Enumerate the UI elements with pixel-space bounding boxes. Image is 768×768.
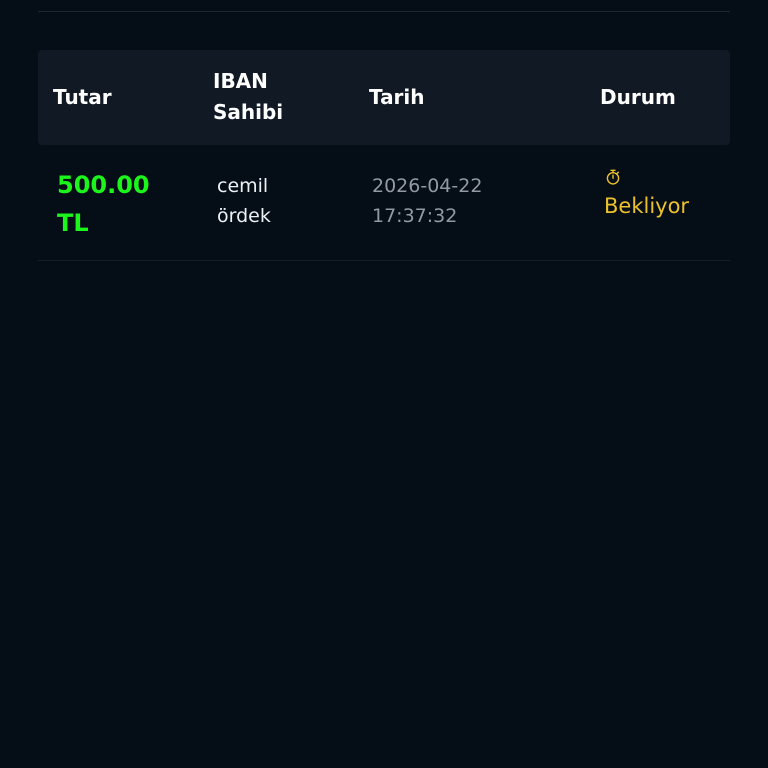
row-amount: 500.00 TL: [57, 171, 150, 237]
header-amount: Tutar: [53, 85, 112, 109]
row-date: 2026-04-22 17:37:32: [372, 175, 483, 227]
top-divider: [38, 11, 730, 12]
row-iban-owner: cemil ördek: [217, 175, 271, 227]
header-date: Tarih: [369, 85, 425, 109]
header-iban-owner: IBAN Sahibi: [213, 69, 284, 124]
table-row: 500.00 TL cemil ördek 2026-04-22 17:37:3…: [38, 145, 730, 261]
row-status: Bekliyor: [604, 169, 714, 220]
status-badge: Bekliyor: [604, 194, 690, 218]
table-header: Tutar IBAN Sahibi Tarih Durum: [38, 50, 730, 145]
stopwatch-icon: [606, 169, 620, 185]
transactions-table: Tutar IBAN Sahibi Tarih Durum 500.00 TL …: [38, 50, 730, 261]
header-status: Durum: [600, 85, 676, 109]
